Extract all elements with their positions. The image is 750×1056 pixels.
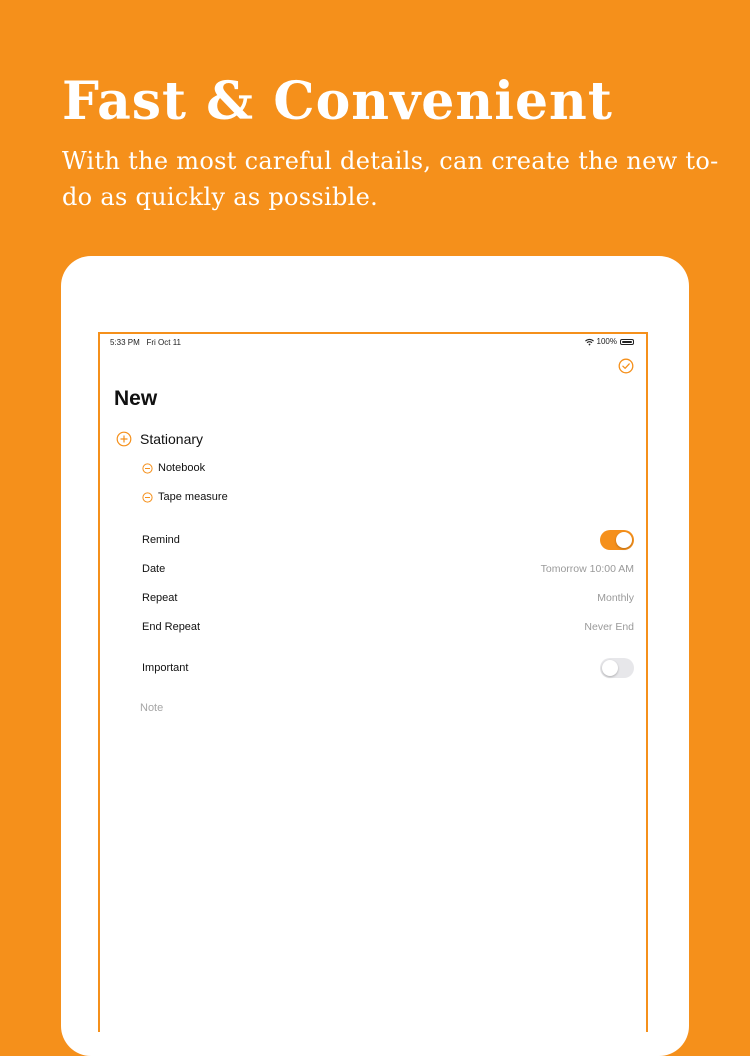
toggle-knob [602, 660, 618, 676]
plus-circle-icon[interactable] [116, 431, 132, 447]
status-date: Fri Oct 11 [146, 338, 181, 347]
end-repeat-row[interactable]: End Repeat Never End [142, 617, 634, 637]
minus-circle-icon[interactable] [142, 491, 153, 503]
list-item[interactable]: Notebook [142, 462, 205, 474]
repeat-row[interactable]: Repeat Monthly [142, 588, 634, 608]
item-label: Tape measure [158, 491, 228, 503]
status-time-date: 5:33 PM Fri Oct 11 [110, 338, 181, 347]
toggle-knob [616, 532, 632, 548]
battery-icon [620, 338, 634, 345]
status-time: 5:33 PM [110, 338, 140, 347]
subheadline: With the most careful details, can creat… [62, 147, 719, 211]
page-title: New [114, 387, 158, 410]
important-row: Important [142, 658, 634, 678]
date-row[interactable]: Date Tomorrow 10:00 AM [142, 559, 634, 579]
date-label: Date [142, 563, 166, 575]
date-value[interactable]: Tomorrow 10:00 AM [541, 563, 634, 575]
status-right: 100% [584, 337, 634, 346]
category-label: Stationary [140, 431, 204, 447]
list-item[interactable]: Tape measure [142, 491, 228, 503]
note-field[interactable]: Note [140, 702, 163, 714]
repeat-value[interactable]: Monthly [597, 592, 634, 604]
item-label: Notebook [158, 462, 206, 474]
end-repeat-label: End Repeat [142, 621, 201, 633]
headline: Fast & Convenient [62, 71, 613, 132]
repeat-label: Repeat [142, 592, 178, 604]
remind-label: Remind [142, 534, 180, 546]
remind-row: Remind [142, 530, 634, 550]
wifi-icon [584, 338, 594, 345]
check-circle-icon[interactable] [618, 358, 634, 374]
category-row[interactable]: Stationary [116, 431, 203, 447]
app-screen: 5:33 PM Fri Oct 11 100% New Stationary N… [98, 332, 648, 1032]
end-repeat-value[interactable]: Never End [584, 621, 634, 633]
important-toggle[interactable] [600, 658, 634, 678]
important-label: Important [142, 662, 189, 674]
battery-percent: 100% [596, 337, 617, 346]
remind-toggle[interactable] [600, 530, 634, 550]
minus-circle-icon[interactable] [142, 462, 153, 474]
